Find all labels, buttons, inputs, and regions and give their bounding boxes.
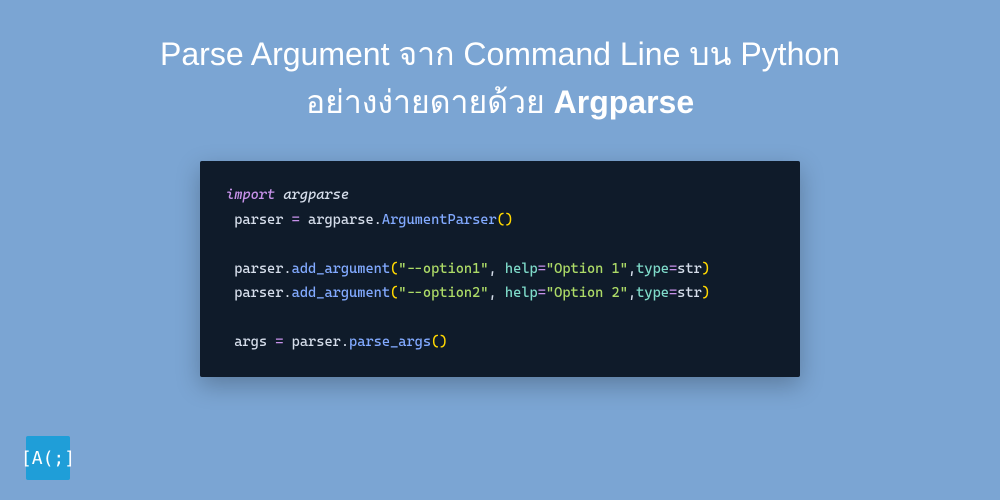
code-line-2: parser = argparse.ArgumentParser() [226,208,774,233]
title-line-1: Parse Argument จาก Command Line บน Pytho… [40,30,960,78]
code-line-5: args = parser.parse_args() [226,330,774,355]
logo-text: [A(;] [21,448,75,469]
site-logo: [A(;] [26,436,70,480]
code-line-3: parser.add_argument("--option1", help="O… [226,257,774,282]
keyword-import: import [226,187,275,203]
code-block: import argparse parser = argparse.Argume… [200,161,800,377]
code-blank-1 [226,232,774,257]
code-blank-2 [226,306,774,331]
title-prefix: อย่างง่ายดายด้วย [306,84,554,120]
code-line-4: parser.add_argument("--option2", help="O… [226,281,774,306]
module-name: argparse [275,187,349,203]
title-bold: Argparse [554,84,695,120]
code-line-1: import argparse [226,183,774,208]
title-line-2: อย่างง่ายดายด้วย Argparse [40,78,960,126]
title-container: Parse Argument จาก Command Line บน Pytho… [0,0,1000,126]
